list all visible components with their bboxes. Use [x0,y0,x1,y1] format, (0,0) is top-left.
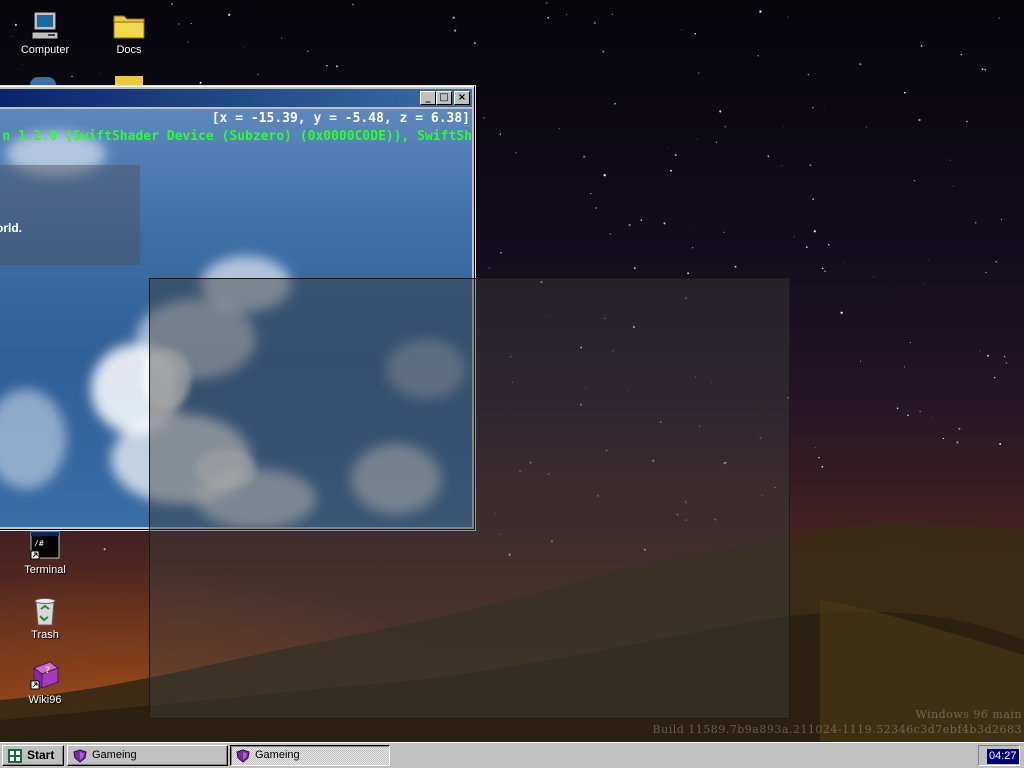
taskbar-item-gameing[interactable]: Gameing [67,745,228,766]
renderer-info: n 1.2.0 (SwiftShader Device (Subzero) (0… [2,129,472,144]
desktop-icon-wiki96[interactable]: ? Wiki96 [13,660,77,706]
maximize-icon: □ [439,92,449,103]
recycle-bin-icon [28,595,62,627]
minimize-button[interactable]: _ [420,91,436,105]
folder-icon [112,10,146,42]
start-logo-icon [8,749,22,763]
minimize-icon: _ [425,92,431,103]
desktop-icon-label: Docs [116,44,142,56]
help-book-icon: ? [28,660,62,692]
desktop-icon-label: Terminal [24,564,66,576]
desktop-icon-label: Computer [20,44,70,56]
game-shield-icon [236,749,250,763]
close-icon: × [457,92,467,103]
clock[interactable]: 04:27 [987,749,1019,764]
svg-text:/#: /# [34,539,44,548]
build-watermark-title: Windows 96 main [915,708,1022,721]
desktop-icon-terminal[interactable]: /# Terminal [13,530,77,576]
start-button[interactable]: Start [2,745,64,766]
coordinates-readout: [x = -15.39, y = -5.48, z = 6.38] [211,111,470,126]
system-tray: 04:27 [978,745,1020,766]
desktop-icon-label: Wiki96 [28,694,62,706]
terminal-icon: /# [28,530,62,562]
desktop-icon-docs[interactable]: Docs [97,10,161,56]
svg-text:?: ? [45,666,50,676]
selection-rectangle [149,278,790,719]
build-watermark-version: Build 11589.7b9a893a.211024-1119.52346c3… [652,723,1022,736]
computer-icon [28,10,62,42]
window-titlebar[interactable]: _ □ × [0,89,472,107]
taskbar-item-label: Gameing [255,749,300,761]
desktop-icon-computer[interactable]: Computer [13,10,77,56]
desktop-icon-trash[interactable]: Trash [13,595,77,641]
taskbar-item-label: Gameing [92,749,137,761]
maximize-button[interactable]: □ [436,91,452,105]
taskbar-item-gameing-active[interactable]: Gameing [230,745,390,766]
taskbar: Start Gameing Gameing 04:27 [0,742,1024,768]
hidden-icon-fragment [30,77,56,85]
game-shield-icon [73,749,87,763]
close-button[interactable]: × [454,91,470,105]
desktop-icon-label: Trash [31,629,59,641]
message-text: orld. [0,221,22,235]
start-label: Start [27,748,55,762]
hidden-folder-fragment [115,76,143,85]
message-panel [0,165,140,265]
